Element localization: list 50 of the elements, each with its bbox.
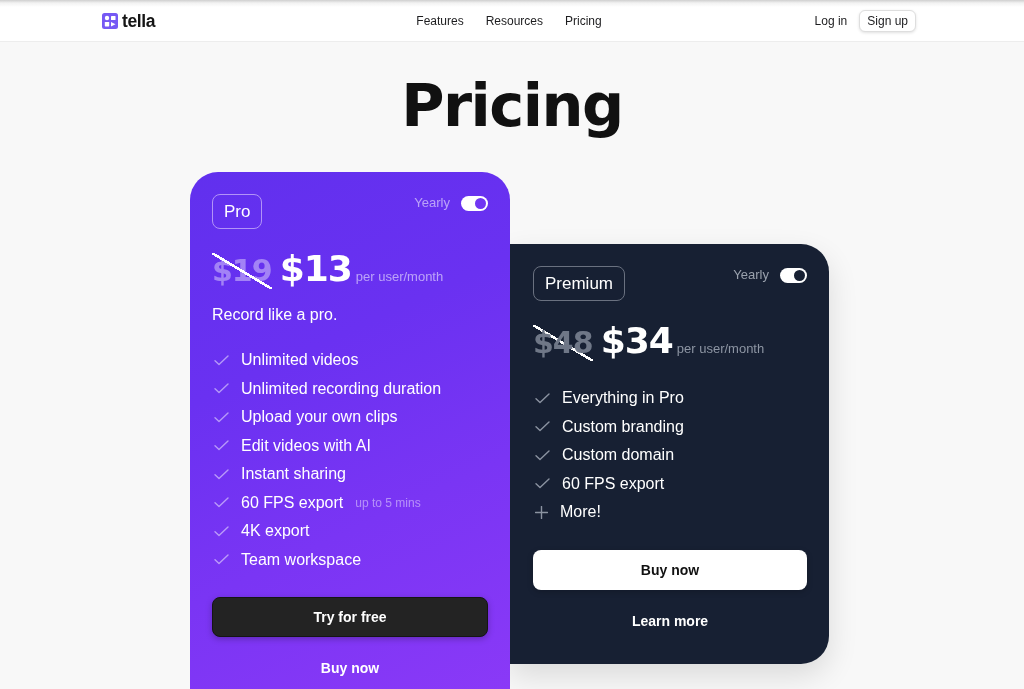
plan-name: Premium [545,273,613,294]
check-icon [535,421,550,433]
feature-text: Instant sharing [241,464,346,485]
check-icon [214,525,229,537]
check-icon [535,449,550,461]
page-title: Pricing [401,72,623,140]
billing-label: Yearly [414,195,450,211]
check-icon [214,354,229,366]
feature-text: Custom domain [562,445,675,466]
logo-wordmark[interactable]: tella [122,10,156,31]
feature-text: Unlimited recording duration [241,378,442,399]
nav-link[interactable]: Features [416,12,464,29]
price-unit: per user/month [355,269,444,284]
feature-text: More! [560,502,601,523]
login-link[interactable]: Log in [814,12,848,29]
feature-text: Custom branding [562,416,684,437]
nav-link[interactable]: Resources [485,12,543,29]
check-icon [535,392,550,404]
check-icon [535,478,550,490]
plan-tagline: Record like a pro. [212,305,339,325]
signup-button[interactable]: Sign up [859,9,916,32]
price-unit: per user/month [676,341,765,356]
toggle-switch[interactable] [461,195,488,211]
primary-button[interactable]: Try for free [212,597,488,637]
price: $34 [600,323,673,359]
check-icon [214,497,229,509]
check-icon [214,468,229,480]
plus-icon [535,505,548,519]
feature-text: Edit videos with AI [241,435,371,456]
logo-icon [102,12,118,29]
check-icon [214,411,229,423]
secondary-link[interactable]: Learn more [631,610,709,631]
price: $13 [279,251,352,287]
toggle-switch[interactable] [780,267,807,283]
check-icon [214,554,229,566]
check-icon [214,440,229,452]
feature-text: Everything in Pro [562,388,684,409]
primary-button[interactable]: Buy now [533,549,807,590]
feature-text: Unlimited videos [241,350,359,371]
feature-text: 60 FPS export [241,492,344,513]
check-icon [214,383,229,395]
feature-text: Team workspace [241,549,362,570]
billing-label: Yearly [733,267,769,283]
feature-text: 4K export [241,521,310,542]
plan-name: Pro [224,201,251,222]
feature-note: up to 5 mins [355,494,421,511]
feature-text: 60 FPS export [562,473,665,494]
secondary-link[interactable]: Buy now [320,658,380,678]
feature-text: Upload your own clips [241,407,398,428]
nav-link[interactable]: Pricing [565,12,602,29]
